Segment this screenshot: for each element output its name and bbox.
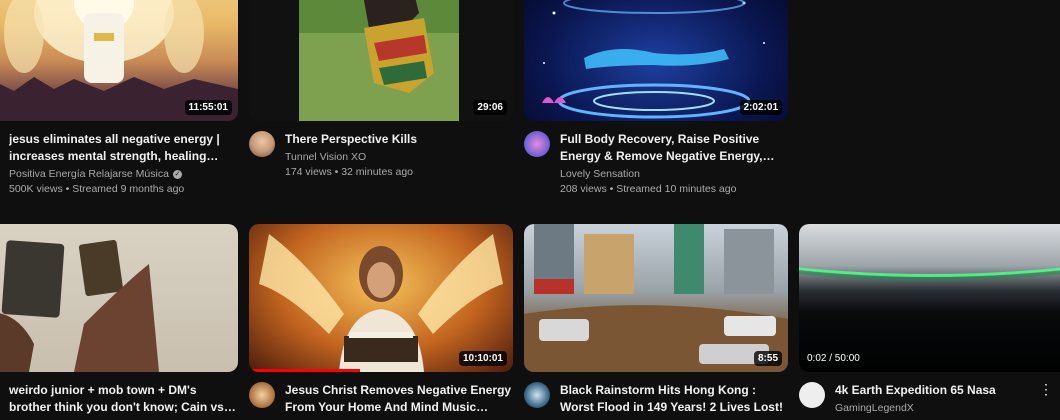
video-thumbnail[interactable]: 0:02 / 50:00 bbox=[799, 224, 1060, 372]
video-stats: 500K views • Streamed 9 months ago bbox=[9, 183, 185, 195]
channel-name[interactable]: GamingLegendX bbox=[835, 401, 1060, 416]
video-info: jesus eliminates all negative energy | i… bbox=[9, 131, 238, 197]
video-info: Black Rainstorm Hits Hong Kong : Worst F… bbox=[560, 382, 788, 416]
channel-avatar[interactable] bbox=[524, 131, 550, 157]
thumbnail-image bbox=[0, 239, 159, 372]
video-meta: There Perspective Kills Tunnel Vision XO… bbox=[249, 131, 513, 180]
channel-name[interactable]: Positiva Energía Relajarse Música bbox=[9, 168, 169, 180]
channel-name-row: Positiva Energía Relajarse Música ✓ bbox=[9, 167, 238, 182]
video-duration: 29:06 bbox=[473, 100, 507, 115]
video-meta: 4k Earth Expedition 65 Nasa GamingLegend… bbox=[799, 382, 1060, 416]
video-title[interactable]: Black Rainstorm Hits Hong Kong : Worst F… bbox=[560, 382, 788, 416]
video-thumbnail[interactable]: 2:02:01 bbox=[524, 0, 788, 121]
channel-avatar[interactable] bbox=[799, 382, 825, 408]
video-thumbnail[interactable]: 29:06 bbox=[249, 0, 513, 121]
video-info: Jesus Christ Removes Negative Energy Fro… bbox=[285, 382, 513, 416]
more-vert-icon[interactable]: ⋮ bbox=[1039, 382, 1053, 396]
video-info: There Perspective Kills Tunnel Vision XO… bbox=[285, 131, 513, 180]
video-stats: 174 views • 32 minutes ago bbox=[285, 166, 413, 178]
video-info: 4k Earth Expedition 65 Nasa GamingLegend… bbox=[835, 382, 1060, 416]
video-thumbnail[interactable] bbox=[0, 224, 238, 372]
video-meta: Full Body Recovery, Raise Positive Energ… bbox=[524, 131, 788, 197]
video-meta: weirdo junior + mob town + DM's brother … bbox=[0, 382, 238, 416]
channel-avatar[interactable] bbox=[249, 131, 275, 157]
channel-avatar[interactable] bbox=[524, 382, 550, 408]
channel-avatar[interactable] bbox=[249, 382, 275, 408]
video-meta: Jesus Christ Removes Negative Energy Fro… bbox=[249, 382, 513, 416]
video-card[interactable]: 0:02 / 50:00 4k Earth Expedition 65 Nasa… bbox=[799, 224, 1060, 416]
thumbnail-image bbox=[524, 224, 788, 372]
video-card[interactable]: 2:02:01 Full Body Recovery, Raise Positi… bbox=[524, 0, 788, 197]
video-duration: 11:55:01 bbox=[184, 100, 232, 115]
video-meta: jesus eliminates all negative energy | i… bbox=[0, 131, 238, 197]
channel-name[interactable]: Lovely Sensation bbox=[560, 167, 788, 182]
video-title[interactable]: Full Body Recovery, Raise Positive Energ… bbox=[560, 131, 788, 165]
thumbnail-image bbox=[799, 267, 1060, 281]
video-stats: 208 views • Streamed 10 minutes ago bbox=[560, 183, 737, 195]
video-title[interactable]: weirdo junior + mob town + DM's brother … bbox=[9, 382, 238, 416]
playback-time: 0:02 / 50:00 bbox=[807, 353, 860, 364]
thumbnail-image bbox=[259, 234, 503, 372]
video-title[interactable]: Jesus Christ Removes Negative Energy Fro… bbox=[285, 382, 513, 416]
video-title[interactable]: There Perspective Kills bbox=[285, 131, 513, 148]
channel-name[interactable]: Tunnel Vision XO bbox=[285, 150, 513, 165]
video-card[interactable]: 10:10:01 Jesus Christ Removes Negative E… bbox=[249, 224, 513, 416]
video-info: Full Body Recovery, Raise Positive Energ… bbox=[560, 131, 788, 197]
video-card[interactable]: 11:55:01 jesus eliminates all negative e… bbox=[0, 0, 238, 197]
video-duration: 10:10:01 bbox=[458, 351, 507, 366]
video-title[interactable]: jesus eliminates all negative energy | i… bbox=[9, 131, 238, 165]
video-title[interactable]: 4k Earth Expedition 65 Nasa bbox=[835, 382, 1060, 399]
video-card[interactable]: weirdo junior + mob town + DM's brother … bbox=[0, 224, 238, 416]
video-meta: Black Rainstorm Hits Hong Kong : Worst F… bbox=[524, 382, 788, 416]
video-thumbnail[interactable]: 8:55 bbox=[524, 224, 788, 372]
watch-progress-bar bbox=[249, 369, 360, 372]
video-thumbnail[interactable]: 10:10:01 bbox=[249, 224, 513, 372]
video-card[interactable]: 8:55 Black Rainstorm Hits Hong Kong : Wo… bbox=[524, 224, 788, 416]
video-thumbnail[interactable]: 11:55:01 bbox=[0, 0, 238, 121]
verified-badge-icon: ✓ bbox=[172, 169, 182, 179]
video-card[interactable]: 29:06 There Perspective Kills Tunnel Vis… bbox=[249, 0, 513, 180]
video-duration: 8:55 bbox=[753, 351, 782, 366]
video-info: weirdo junior + mob town + DM's brother … bbox=[9, 382, 238, 416]
video-duration: 2:02:01 bbox=[739, 100, 782, 115]
